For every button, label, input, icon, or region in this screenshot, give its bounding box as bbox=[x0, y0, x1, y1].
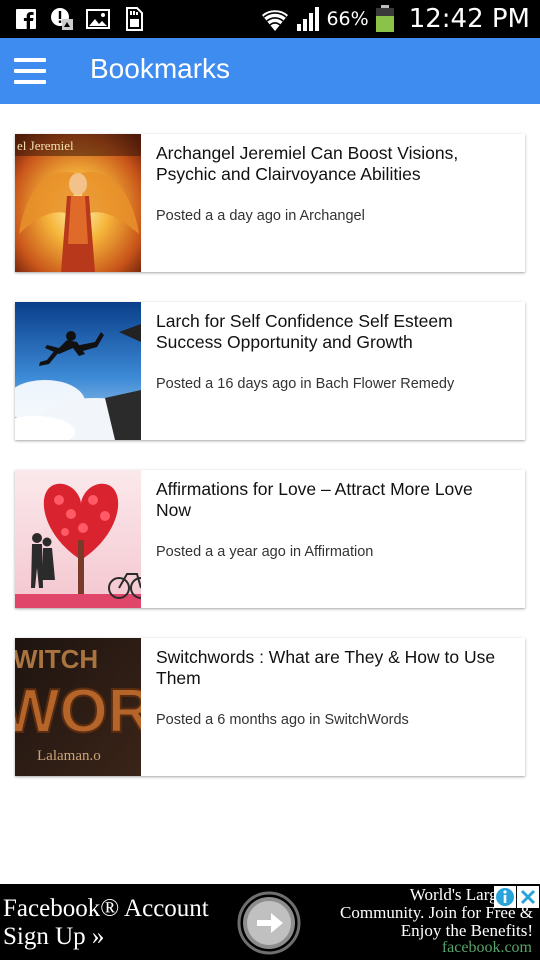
notification-icons bbox=[14, 7, 146, 31]
ad-close-icon[interactable] bbox=[517, 886, 539, 908]
thumbnail-caption-line2: WORDS bbox=[15, 677, 141, 746]
bookmark-meta: Posted a 6 months ago in SwitchWords bbox=[156, 712, 409, 728]
thumbnail-caption-line1: WITCH bbox=[15, 644, 98, 674]
bookmark-thumbnail bbox=[15, 470, 141, 608]
wifi-icon bbox=[262, 10, 289, 32]
facebook-notification-icon bbox=[16, 9, 36, 29]
ad-headline-line2: Sign Up » bbox=[3, 923, 105, 950]
switchwords-image: WITCH WORDS Lalaman.o bbox=[15, 638, 141, 776]
bookmark-card-affirmations-love[interactable]: Affirmations for Love – Attract More Lov… bbox=[15, 470, 525, 608]
hamburger-menu-icon[interactable] bbox=[14, 58, 46, 84]
bookmark-meta: Posted a 16 days ago in Bach Flower Reme… bbox=[156, 376, 455, 392]
bookmark-meta: Posted a a day ago in Archangel bbox=[156, 208, 365, 224]
bookmark-thumbnail: WITCH WORDS Lalaman.o bbox=[15, 638, 141, 776]
bookmark-title[interactable]: Affirmations for Love – Attract More Lov… bbox=[156, 479, 506, 521]
page-title: Bookmarks bbox=[90, 53, 231, 84]
bookmark-thumbnail: el Jeremiel bbox=[15, 134, 141, 272]
archangel-image: el Jeremiel bbox=[15, 134, 141, 272]
thumbnail-caption-line3: Lalaman.o bbox=[37, 748, 101, 764]
bookmark-card-larch[interactable]: Larch for Self Confidence Self Esteem Su… bbox=[15, 302, 525, 440]
leap-image bbox=[15, 302, 141, 440]
system-status: 66% 12:42 PM bbox=[260, 3, 530, 35]
ad-body-line3: Enjoy the Benefits! bbox=[400, 921, 533, 940]
bookmark-meta: Posted a a year ago in Affirmation bbox=[156, 544, 374, 560]
sd-card-notification-icon bbox=[126, 7, 143, 31]
battery-icon bbox=[375, 5, 394, 32]
ad-domain: facebook.com bbox=[441, 939, 532, 956]
ad-headline-line1: Facebook® Account bbox=[3, 895, 209, 922]
status-bar: 66% 12:42 PM bbox=[0, 0, 540, 38]
bookmark-title[interactable]: Larch for Self Confidence Self Esteem Su… bbox=[156, 311, 506, 353]
cell-signal-icon bbox=[297, 7, 320, 31]
thumbnail-caption: el Jeremiel bbox=[17, 138, 74, 153]
bookmark-thumbnail bbox=[15, 302, 141, 440]
ad-banner[interactable]: Facebook® Account Sign Up » World's Larg… bbox=[0, 884, 540, 960]
ad-arrow-button-icon[interactable] bbox=[237, 891, 301, 955]
gallery-notification-icon bbox=[86, 9, 110, 29]
app-bar: Bookmarks bbox=[0, 38, 540, 104]
alert-notification-icon bbox=[51, 8, 73, 30]
bookmark-card-archangel-jeremiel[interactable]: el Jeremiel Archangel Jeremiel Can Boost… bbox=[15, 134, 525, 272]
ad-headline[interactable]: Facebook® Account Sign Up » bbox=[3, 895, 209, 951]
bookmark-title[interactable]: Archangel Jeremiel Can Boost Visions, Ps… bbox=[156, 143, 506, 185]
clock: 12:42 PM bbox=[408, 4, 530, 34]
bookmark-title[interactable]: Switchwords : What are They & How to Use… bbox=[156, 647, 506, 689]
bookmark-card-switchwords[interactable]: WITCH WORDS Lalaman.o Switchwords : What… bbox=[15, 638, 525, 776]
love-tree-image bbox=[15, 470, 141, 608]
bookmark-list: el Jeremiel Archangel Jeremiel Can Boost… bbox=[15, 134, 525, 806]
ad-info-icon[interactable] bbox=[494, 886, 516, 908]
battery-percent: 66% bbox=[326, 8, 369, 30]
